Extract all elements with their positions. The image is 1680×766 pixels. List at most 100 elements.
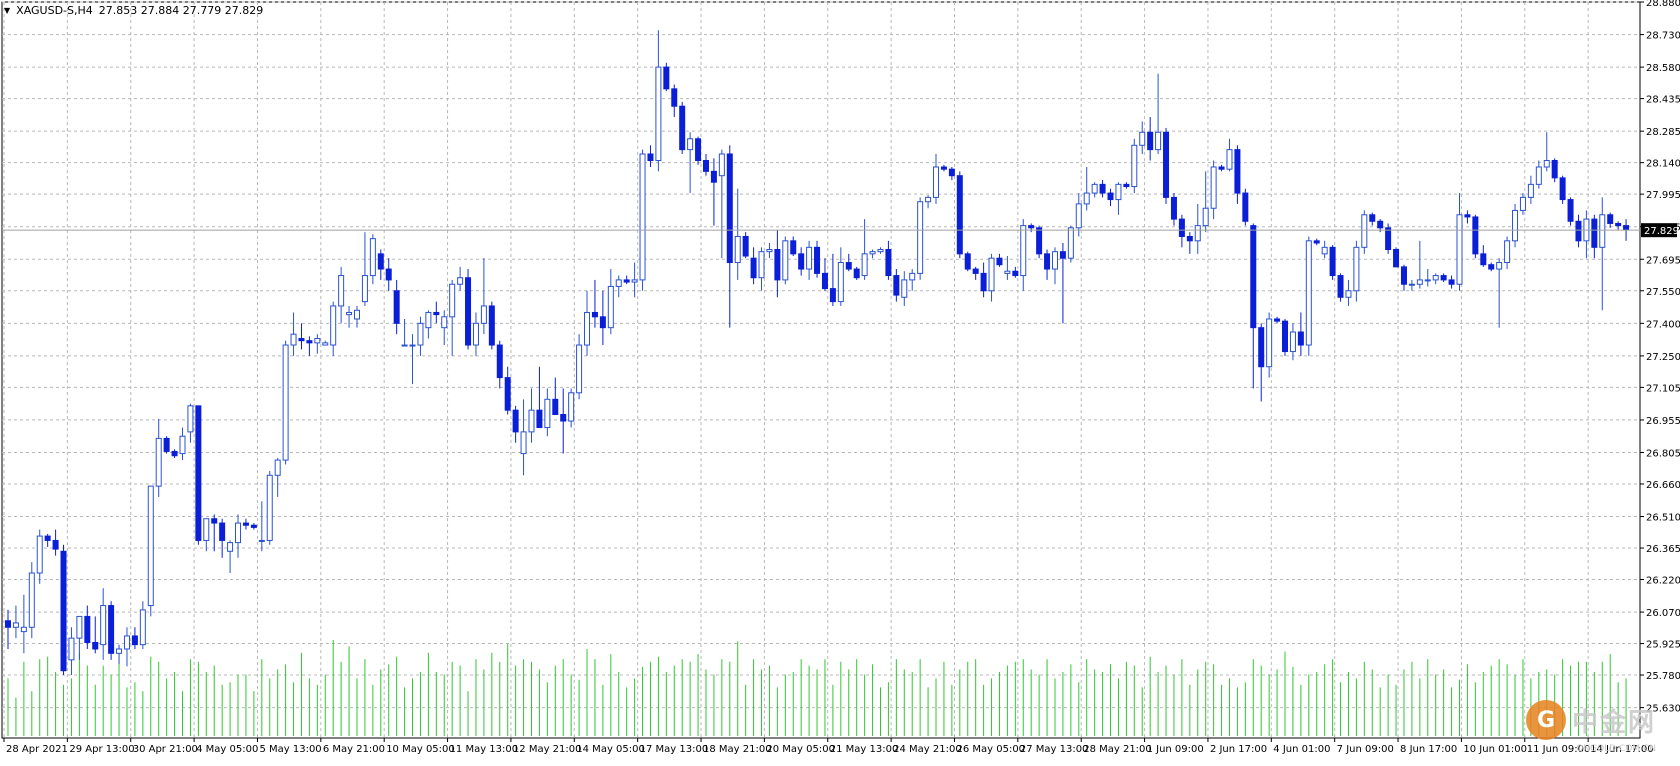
candle-body	[274, 459, 281, 476]
chart-header: ▼ XAGUSD-S,H4 27.853 27.884 27.779 27.82…	[4, 4, 263, 17]
candle-body	[1416, 279, 1423, 285]
candle-body	[615, 279, 622, 287]
x-tick-label: 8 Jun 17:00	[1400, 744, 1457, 755]
plot-frame	[1, 1, 1641, 739]
candle-body	[1083, 192, 1090, 205]
x-tick-label: 28 May 21:00	[1083, 744, 1152, 755]
candle-body	[1059, 251, 1066, 259]
candle-body	[163, 437, 170, 452]
candle-body	[861, 253, 868, 277]
logo-text: 中金网	[1571, 707, 1656, 738]
x-tick-label: 10 Jun 01:00	[1463, 744, 1527, 755]
candle-body	[1202, 207, 1209, 227]
candle-body	[695, 138, 702, 161]
candle-body	[377, 253, 384, 270]
candle-body	[742, 235, 749, 257]
x-tick-label: 7 Jun 09:00	[1337, 744, 1394, 755]
dropdown-triangle-icon[interactable]: ▼	[4, 6, 10, 15]
candle-body	[1345, 290, 1352, 298]
candle-body	[925, 196, 932, 203]
x-tick-label: 29 Apr 13:00	[69, 744, 134, 755]
candle-body	[1456, 214, 1463, 285]
logo-mark-icon: G	[1525, 700, 1566, 740]
candle-body	[298, 338, 305, 342]
candle-body	[1147, 131, 1154, 151]
candle-body	[322, 342, 329, 346]
candle-body	[1186, 235, 1193, 242]
x-tick-label: 21 May 13:00	[830, 744, 899, 755]
candle-body	[1139, 131, 1146, 146]
candle-body	[1527, 183, 1534, 198]
candle-body	[235, 522, 242, 544]
candle-body	[933, 166, 940, 198]
candle-body	[1400, 266, 1407, 285]
candle-body	[901, 279, 908, 298]
candle-body	[1535, 166, 1542, 185]
logo-url: QNGOLD.COM.CN	[1576, 744, 1656, 754]
candle-body	[155, 437, 162, 487]
candle-body	[409, 344, 416, 347]
x-tick-label: 18 May 21:00	[703, 744, 772, 755]
candle-body	[663, 66, 670, 90]
candle-body	[1607, 214, 1614, 224]
candle-body	[814, 246, 821, 274]
candle-body	[1234, 149, 1241, 194]
candle-body	[631, 279, 638, 283]
candle-body	[821, 272, 828, 290]
candle-body	[584, 311, 591, 346]
candle-body	[1385, 227, 1392, 251]
candle-body	[1075, 203, 1082, 229]
candle-body	[1440, 275, 1447, 281]
y-tick-label: 28.435	[1646, 95, 1680, 106]
y-tick-label: 26.955	[1646, 416, 1680, 427]
candle-body	[1051, 251, 1058, 270]
candle-body	[92, 641, 99, 650]
candle-body	[1543, 159, 1550, 168]
candle-body	[599, 316, 606, 329]
candle-body	[568, 392, 575, 422]
y-tick-label: 27.400	[1646, 319, 1680, 330]
candle-body	[179, 435, 186, 455]
candle-body	[1178, 218, 1185, 237]
candle-body	[623, 279, 630, 283]
candle-body	[560, 414, 567, 422]
candle-body	[1091, 183, 1098, 194]
candle-body	[266, 474, 273, 541]
candle-body	[726, 153, 733, 264]
candle-body	[893, 275, 900, 296]
y-tick-label: 26.365	[1646, 544, 1680, 555]
ohlc-readout: 27.853 27.884 27.779 27.829	[98, 4, 264, 17]
candle-body	[219, 522, 226, 541]
candle-body	[457, 277, 464, 285]
candle-body	[1448, 279, 1455, 285]
candle-body	[139, 609, 146, 646]
candle-body	[806, 246, 813, 270]
candle-body	[1115, 183, 1122, 201]
y-tick-label: 27.250	[1646, 352, 1680, 363]
candle-body	[211, 518, 218, 524]
candle-body	[282, 344, 289, 461]
candle-body	[1519, 196, 1526, 211]
y-tick-label: 27.995	[1646, 190, 1680, 201]
candle-body	[227, 542, 234, 552]
candle-body	[465, 277, 472, 346]
candle-body	[433, 311, 440, 316]
candle-body	[1551, 159, 1558, 179]
candle-body	[837, 262, 844, 303]
candle-body	[1408, 283, 1415, 286]
candle-body	[520, 431, 527, 455]
price-chart[interactable]: 28.880 28.730 28.580 28.435 28.285 28.140 27.9…	[0, 0, 1680, 762]
candle-body	[591, 311, 598, 318]
candle-body	[346, 311, 353, 316]
candle-body	[964, 253, 971, 270]
chart-root: 28.880 28.730 28.580 28.435 28.285 28.140 27.9…	[0, 0, 1680, 762]
candle-body	[750, 257, 757, 279]
candle-body	[100, 605, 107, 646]
candle-body	[1313, 240, 1320, 244]
candle-body	[1155, 131, 1162, 151]
candle-body	[1337, 275, 1344, 298]
candle-body	[52, 539, 59, 550]
candle-body	[1250, 225, 1257, 329]
candle-body	[1226, 149, 1233, 170]
candle-body	[980, 272, 987, 292]
